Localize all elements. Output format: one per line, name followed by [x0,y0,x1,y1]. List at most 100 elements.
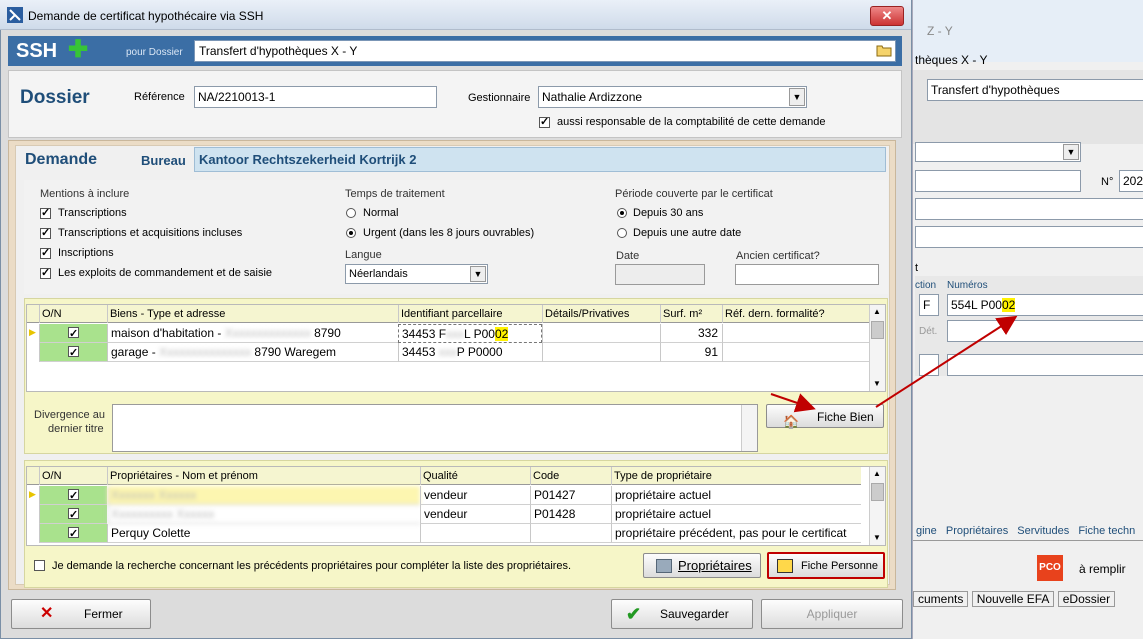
bien-type-0[interactable]: maison d'habitation - Xxxxxxxxxxxxxx 879… [107,324,398,343]
bien-details-1[interactable] [542,343,660,362]
divergence-label-1: Divergence au [34,409,105,421]
mentions-title: Mentions à inclure [40,188,130,200]
prop-name-1[interactable]: Xxxxxxxxxx Xxxxxx [107,505,420,524]
gestionnaire-label: Gestionnaire [468,92,531,104]
bien-surf-0[interactable]: 332 [660,324,722,343]
dossier-field[interactable]: Transfert d'hypothèques X - Y [194,40,896,62]
close-button[interactable]: ✕ [870,6,904,26]
prop-name-0[interactable]: Xxxxxxx Xxxxxx [107,486,420,505]
folder-icon[interactable] [876,42,892,58]
bg-field-5[interactable] [919,354,939,376]
reference-field[interactable]: NA/2210013-1 [194,86,437,108]
bg-btab-0[interactable]: cuments [913,591,969,607]
table-row[interactable] [39,343,107,362]
bg-field-2[interactable] [915,170,1081,192]
fiche-personne-button[interactable]: Fiche Personne [767,552,885,579]
bg-field-6[interactable] [947,354,1143,376]
bg-dossier-field[interactable]: Transfert d'hypothèques [927,79,1143,101]
bien-details-0[interactable] [542,324,660,343]
prop-code-1[interactable]: P01428 [530,505,611,524]
bien-surf-1[interactable]: 91 [660,343,722,362]
person-card-icon [777,559,793,573]
mention-checkbox-2[interactable] [40,246,51,259]
sauvegarder-button[interactable]: ✔ Sauvegarder [611,599,753,629]
prop-type-1[interactable]: propriétaire actuel [611,505,861,524]
appliquer-button[interactable]: Appliquer [761,599,903,629]
close-x-icon: ✕ [40,605,54,622]
table-row[interactable] [39,324,107,343]
bg-bottom-tabs: cuments Nouvelle EFA eDossier [913,591,1143,614]
prop-qualite-1[interactable]: vendeur [420,505,530,524]
date-field[interactable] [615,264,705,285]
prop-code-2[interactable] [530,524,611,543]
scroll-down-icon[interactable]: ▼ [873,379,881,388]
recherche-checkbox[interactable] [34,560,45,571]
prop-checkbox-2[interactable] [68,525,79,542]
fiche-bien-button[interactable]: 🏠 Fiche Bien [766,404,884,429]
bg-field-4[interactable] [915,226,1143,248]
bg-tab-2[interactable]: Servitudes [1014,525,1072,537]
temps-radio-urgent[interactable] [346,228,356,238]
divergence-textarea[interactable] [112,404,758,452]
bg-field-3[interactable] [915,198,1143,220]
fermer-button[interactable]: ✕ Fermer [11,599,151,629]
pco-icon[interactable]: PCO [1037,555,1063,581]
biens-scrollbar[interactable]: ▲ ▼ [869,305,885,391]
gestionnaire-select[interactable]: Nathalie Ardizzone ▼ [538,86,807,108]
bg-tab-0[interactable]: gine [913,525,940,537]
bg-numeros-field[interactable]: 554L P0002 [947,294,1143,316]
mention-checkbox-3[interactable] [40,266,51,279]
ancien-field[interactable] [735,264,879,285]
periode-radio-30[interactable] [617,208,627,218]
bg-tab-1[interactable]: Propriétaires [943,525,1011,537]
chevron-down-icon[interactable]: ▼ [789,88,805,106]
bien-ident-1[interactable]: 34453 xxxP P0000 [398,343,542,362]
prop-type-2[interactable]: propriétaire précédent, pas pour le cert… [611,524,861,543]
bien-type-1[interactable]: garage - Xxxxxxxxxxxxxxx 8790 Waregem [107,343,398,362]
prop-code-0[interactable]: P01427 [530,486,611,505]
bg-btab-1[interactable]: Nouvelle EFA [971,591,1055,607]
prop-qualite-0[interactable]: vendeur [420,486,530,505]
table-row[interactable] [39,524,107,543]
proprietaires-button[interactable]: Propriétaires [643,553,761,578]
bg-action-field[interactable]: F [919,294,939,316]
prop-checkbox-0[interactable] [68,487,79,504]
prop-header-type: Type de propriétaire [611,467,861,485]
divergence-scrollbar[interactable] [741,405,757,451]
bien-ref-1[interactable] [722,343,869,362]
mention-checkbox-1[interactable] [40,226,51,239]
temps-radio-normal[interactable] [346,208,356,218]
prop-checkbox-1[interactable] [68,506,79,523]
prop-qualite-2[interactable] [420,524,530,543]
bien-ident-0[interactable]: 34453 FxxxL P0002 [398,324,542,343]
scroll-thumb[interactable] [871,321,884,339]
prop-name-2[interactable]: Perquy Colette [107,524,420,543]
langue-select[interactable]: Néerlandais ▼ [345,264,488,284]
table-row[interactable] [39,486,107,505]
bien-checkbox-1[interactable] [68,344,79,361]
bg-det-field[interactable] [947,320,1143,342]
bg-no-label: N° [1101,176,1114,188]
bien-ref-0[interactable] [722,324,869,343]
bg-combo[interactable]: ▼ [915,142,1081,162]
ancien-label: Ancien certificat? [736,250,820,262]
scroll-up-icon[interactable]: ▲ [873,469,881,478]
scroll-thumb[interactable] [871,483,884,501]
prop-type-0[interactable]: propriétaire actuel [611,486,861,505]
periode-radio-autre[interactable] [617,228,627,238]
responsable-checkbox[interactable] [539,115,550,128]
bg-btab-2[interactable]: eDossier [1057,591,1116,607]
prop-scrollbar[interactable]: ▲ ▼ [869,467,885,545]
mention-checkbox-0[interactable] [40,206,51,219]
dossier-heading: Dossier [20,87,90,108]
bg-tab-3[interactable]: Fiche techn [1075,525,1138,537]
bg-action-label: ction [915,280,937,291]
scroll-down-icon[interactable]: ▼ [873,533,881,542]
bg-no-field[interactable]: 202 [1119,170,1143,192]
bien-checkbox-0[interactable] [68,325,79,342]
biens-header-biens: Biens - Type et adresse [107,305,398,323]
scroll-up-icon[interactable]: ▲ [873,307,881,316]
table-row[interactable] [39,505,107,524]
chevron-down-icon[interactable]: ▼ [470,266,486,282]
bureau-label: Bureau [141,153,186,168]
